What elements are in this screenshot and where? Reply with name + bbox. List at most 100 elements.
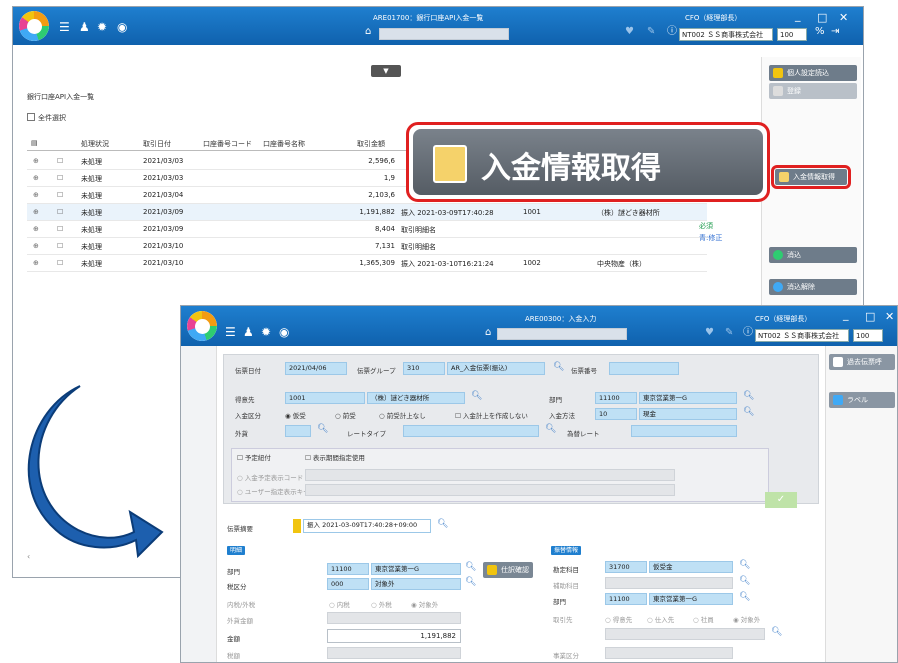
past-voucher-button[interactable]: 過去伝票呼 — [829, 354, 895, 370]
dept3-code[interactable]: 11100 — [605, 593, 647, 605]
maximize-icon[interactable]: □ — [817, 11, 827, 24]
clear-button[interactable]: 消込 — [769, 247, 857, 263]
no-credit-checkbox[interactable]: ☐ 入金計上を作成しない — [455, 410, 528, 420]
radio-advance[interactable]: ○ 前受 — [335, 410, 356, 420]
description-field[interactable]: 振入 2021-03-09T17:40:28+09:00 — [303, 519, 431, 533]
info-icon[interactable]: ⓘ — [667, 27, 677, 37]
grid-settings-icon[interactable]: ▤ — [31, 139, 38, 147]
home-icon[interactable]: ⌂ — [485, 328, 491, 338]
table-row[interactable]: ⊕ ☐ 未処理 2021/03/09 8,404 取引明細名 — [27, 221, 707, 238]
row-checkbox[interactable]: ☐ — [57, 225, 63, 233]
currency-search-icon[interactable]: 🔍︎ — [317, 424, 328, 434]
rate-field[interactable] — [631, 425, 737, 437]
radio-excl[interactable]: ○ 外税 — [371, 599, 392, 609]
tax-amount-field[interactable] — [327, 647, 461, 659]
favorite-icon[interactable]: ♥ — [625, 27, 634, 37]
help-icon[interactable]: ◉ — [117, 21, 127, 33]
col-account-name[interactable]: 口座番号名称 — [263, 139, 305, 149]
pin-icon[interactable]: ✎ — [725, 328, 733, 338]
user-key-radio[interactable]: ○ ユーザー指定表示キー — [237, 486, 310, 496]
front-company-select[interactable]: NT002 ＳＳ商事株式会社 — [755, 329, 849, 342]
col-amount[interactable]: 取引金額 — [357, 139, 385, 149]
foreign-amount-field[interactable] — [327, 612, 461, 624]
radio-customer[interactable]: ○ 得意先 — [605, 614, 632, 624]
front-page-size-select[interactable]: 100 — [853, 329, 883, 342]
row-checkbox[interactable]: ☐ — [57, 157, 63, 165]
tax-code[interactable]: 000 — [327, 578, 369, 590]
radio-none[interactable]: ◉ 対象外 — [411, 599, 438, 609]
customer-search-icon[interactable]: 🔍︎ — [471, 391, 482, 401]
home-icon[interactable]: ⌂ — [365, 27, 371, 37]
radio-advance-none[interactable]: ○ 前受計上なし — [379, 410, 426, 420]
amount-field[interactable]: 1,191,882 — [327, 629, 461, 643]
sub-account-search-icon[interactable]: 🔍︎ — [739, 576, 750, 586]
gear-icon[interactable]: ✹ — [97, 21, 107, 33]
select-all-checkbox[interactable] — [27, 113, 35, 121]
sub-account-field[interactable] — [605, 577, 733, 589]
rate-type-search-icon[interactable]: 🔍︎ — [545, 424, 556, 434]
tax-search-icon[interactable]: 🔍︎ — [465, 577, 476, 587]
description-search-icon[interactable]: 🔍︎ — [437, 519, 448, 529]
fetch-payment-button[interactable]: 入金情報取得 — [771, 165, 851, 189]
apply-check-button[interactable]: ✓ — [765, 492, 797, 508]
dept2-search-icon[interactable]: 🔍︎ — [465, 562, 476, 572]
dept3-search-icon[interactable]: 🔍︎ — [739, 592, 750, 602]
dept2-code[interactable]: 11100 — [327, 563, 369, 575]
table-row[interactable]: ⊕ ☐ 未処理 2021/03/09 1,191,882 振入 2021-03-09T17… — [27, 204, 707, 221]
row-checkbox[interactable]: ☐ — [57, 259, 63, 267]
import-settings-button[interactable]: 個人設定読込 — [769, 65, 857, 81]
partner-field[interactable] — [605, 628, 765, 640]
minimize-icon[interactable]: _ — [843, 308, 849, 321]
col-date[interactable]: 取引日付 — [143, 139, 171, 149]
display-period-checkbox[interactable]: ☐ 表示期間指定使用 — [305, 452, 365, 462]
rate-type-field[interactable] — [403, 425, 539, 437]
radio-incl[interactable]: ○ 内税 — [329, 599, 350, 609]
close-icon[interactable]: ✕ — [839, 11, 848, 24]
payment-method-search-icon[interactable]: 🔍︎ — [743, 407, 754, 417]
user-icon[interactable]: ♟ — [243, 326, 254, 338]
row-checkbox[interactable]: ☐ — [57, 174, 63, 182]
account-code[interactable]: 31700 — [605, 561, 647, 573]
voucher-group-search-icon[interactable]: 🔍︎ — [553, 362, 564, 372]
menu-icon[interactable]: ☰ — [225, 326, 236, 338]
lock-icon[interactable]: % — [815, 27, 825, 37]
plan-code-radio[interactable]: ○ 入金予定表示コード — [237, 472, 303, 482]
collapse-toggle-button[interactable]: ▼ — [371, 65, 401, 77]
radio-employee[interactable]: ○ 社員 — [693, 614, 714, 624]
row-checkbox[interactable]: ☐ — [57, 208, 63, 216]
row-checkbox[interactable]: ☐ — [57, 191, 63, 199]
exit-icon[interactable]: ⇥ — [831, 27, 839, 37]
back-page-size-select[interactable]: 100 — [777, 28, 807, 41]
currency-field[interactable] — [285, 425, 311, 437]
back-company-select[interactable]: NT002 ＳＳ商事株式会社 — [679, 28, 773, 41]
pin-icon[interactable]: ✎ — [647, 27, 655, 37]
minimize-icon[interactable]: _ — [795, 9, 801, 22]
radio-supplier[interactable]: ○ 仕入先 — [647, 614, 674, 624]
account-search-icon[interactable]: 🔍︎ — [739, 560, 750, 570]
col-account-code[interactable]: 口座番号コード — [203, 139, 252, 149]
voucher-group-code[interactable]: 310 — [403, 362, 445, 375]
plan-code-field[interactable] — [305, 469, 675, 481]
voucher-no-field[interactable] — [609, 362, 679, 375]
cancel-clear-button[interactable]: 消込解除 — [769, 279, 857, 295]
menu-icon[interactable]: ☰ — [59, 21, 70, 33]
register-button[interactable]: 登録 — [769, 83, 857, 99]
front-search-input[interactable] — [497, 328, 627, 340]
info-icon[interactable]: ⓘ — [743, 328, 753, 338]
back-search-input[interactable] — [379, 28, 509, 40]
user-key-field[interactable] — [305, 484, 675, 496]
close-icon[interactable]: ✕ — [885, 310, 894, 323]
radio-provisional[interactable]: ◉ 仮受 — [285, 410, 306, 420]
voucher-date-field[interactable]: 2021/04/06 — [285, 362, 347, 375]
business-type-field[interactable] — [605, 647, 733, 659]
favorite-icon[interactable]: ♥ — [705, 328, 714, 338]
dept-code[interactable]: 11100 — [595, 392, 637, 404]
dept-search-icon[interactable]: 🔍︎ — [743, 391, 754, 401]
gear-icon[interactable]: ✹ — [261, 326, 271, 338]
help-icon[interactable]: ◉ — [279, 326, 289, 338]
partner-search-icon[interactable]: 🔍︎ — [771, 627, 782, 637]
table-row[interactable]: ⊕ ☐ 未処理 2021/03/10 1,365,309 振入 2021-03-10T16… — [27, 255, 707, 272]
user-icon[interactable]: ♟ — [79, 21, 90, 33]
customer-code[interactable]: 1001 — [285, 392, 365, 404]
journal-check-button[interactable]: 仕訳確認 — [483, 562, 533, 578]
